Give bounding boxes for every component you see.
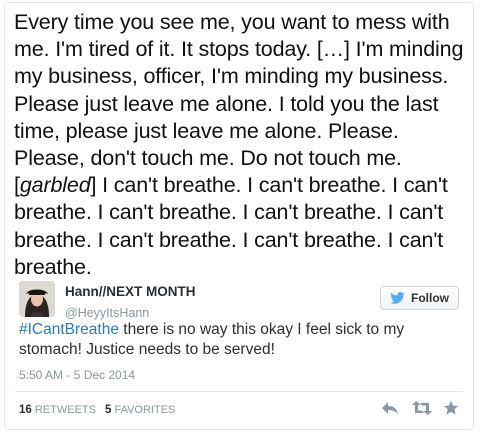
tweet-timestamp[interactable]: 5:50 AM - 5 Dec 2014 — [19, 368, 135, 382]
favorites-label: FAVORITES — [114, 404, 176, 416]
quote-line: my business, officer, I'm minding my bus… — [14, 64, 449, 89]
retweet-icon[interactable] — [412, 400, 432, 416]
follow-label: Follow — [411, 291, 449, 305]
quote-line: Please, don't touch me. Do not touch me. — [14, 146, 402, 171]
quote-line: Please just leave me alone. I told you t… — [14, 91, 439, 116]
quote-line: breathe. I can't breathe. I can't breath… — [14, 227, 444, 252]
twitter-bird-icon — [390, 292, 405, 304]
favorites-stat[interactable]: 5 FAVORITES — [105, 404, 175, 416]
retweets-stat[interactable]: 16 RETWEETS — [19, 404, 96, 416]
hashtag-link[interactable]: #ICantBreathe — [19, 321, 119, 338]
quote-line: breathe. I can't breathe. I can't breath… — [14, 200, 444, 225]
quote-line: me. I'm tired of it. It stops today. […]… — [14, 37, 464, 62]
author-name[interactable]: Hann//NEXT MONTH — [65, 284, 196, 300]
avatar[interactable] — [19, 281, 55, 317]
tweet-stats: 16 RETWEETS 5 FAVORITES — [19, 404, 175, 416]
divider — [15, 391, 463, 392]
favorites-count: 5 — [104, 404, 112, 416]
quote-line-rest: ] I can't breathe. I can't breathe. I ca… — [90, 173, 448, 198]
quote-line: Every time you see me, you want to mess … — [14, 10, 450, 34]
tweet-actions — [381, 400, 461, 416]
favorite-icon[interactable] — [443, 400, 461, 416]
retweets-label: RETWEETS — [34, 404, 96, 416]
tweet-text: #ICantBreathe there is no way this okay … — [19, 320, 464, 360]
embedded-tweet-card: Every time you see me, you want to mess … — [4, 2, 474, 430]
quote-line: time, please just leave me alone. Please… — [14, 118, 399, 143]
avatar-image — [19, 281, 55, 317]
follow-button[interactable]: Follow — [380, 286, 459, 310]
author-handle[interactable]: @HeyyItsHann — [65, 305, 196, 321]
reply-icon[interactable] — [381, 400, 399, 416]
quote-line: breathe. — [14, 254, 92, 279]
retweets-count: 16 — [19, 404, 32, 416]
tweet-author[interactable]: Hann//NEXT MONTH @HeyyItsHann — [19, 281, 196, 321]
garbled-word: garbled — [19, 173, 91, 198]
quote-line: [garbled] I can't breathe. I can't breat… — [14, 172, 469, 199]
quote-image-text: Every time you see me, you want to mess … — [14, 9, 469, 281]
